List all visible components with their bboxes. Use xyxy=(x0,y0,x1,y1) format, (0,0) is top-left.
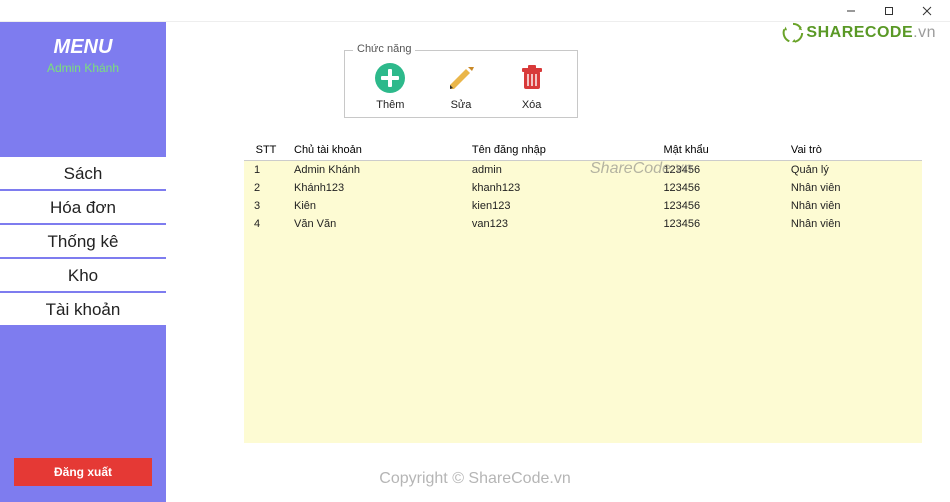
cell-owner: Admin Khánh xyxy=(288,161,466,180)
col-owner[interactable]: Chủ tài khoản xyxy=(288,140,466,161)
sidebar: MENU Admin Khánh Sách Hóa đơn Thống kê K… xyxy=(0,22,166,502)
cell-owner: Văn Văn xyxy=(288,215,466,233)
sidebar-item-accounts[interactable]: Tài khoản xyxy=(0,291,166,325)
accounts-table[interactable]: STT Chủ tài khoản Tên đăng nhập Mật khẩu… xyxy=(244,140,922,484)
cell-role: Nhân viên xyxy=(785,197,922,215)
cell-stt: 3 xyxy=(244,197,288,215)
table-row[interactable]: 1 Admin Khánh admin 123456 Quản lý xyxy=(244,161,922,180)
cell-login: van123 xyxy=(466,215,658,233)
col-role[interactable]: Vai trò xyxy=(785,140,922,161)
sidebar-item-label: Thống kê xyxy=(48,232,119,251)
logout-button[interactable]: Đăng xuất xyxy=(14,458,152,486)
cell-stt: 4 xyxy=(244,215,288,233)
col-login[interactable]: Tên đăng nhập xyxy=(466,140,658,161)
table-row[interactable]: 4 Văn Văn van123 123456 Nhân viên xyxy=(244,215,922,233)
cell-role: Quản lý xyxy=(785,161,922,180)
cell-role: Nhân viên xyxy=(785,179,922,197)
sidebar-item-label: Kho xyxy=(68,266,98,285)
cell-password: 123456 xyxy=(657,215,784,233)
cell-password: 123456 xyxy=(657,179,784,197)
delete-button[interactable]: Xóa xyxy=(499,61,565,111)
cell-password: 123456 xyxy=(657,197,784,215)
cell-login: khanh123 xyxy=(466,179,658,197)
cell-role: Nhân viên xyxy=(785,215,922,233)
sidebar-item-invoices[interactable]: Hóa đơn xyxy=(0,189,166,223)
window-titlebar xyxy=(0,0,950,22)
table-row[interactable]: 2 Khánh123 khanh123 123456 Nhân viên xyxy=(244,179,922,197)
toolbar-groupbox: Chức năng Thêm Sửa xyxy=(344,50,578,118)
toolbar-legend: Chức năng xyxy=(353,43,415,55)
cell-password: 123456 xyxy=(657,161,784,180)
close-button[interactable] xyxy=(908,1,946,21)
sidebar-item-label: Hóa đơn xyxy=(50,198,116,217)
sidebar-user: Admin Khánh xyxy=(0,61,166,75)
cell-stt: 2 xyxy=(244,179,288,197)
cell-stt: 1 xyxy=(244,161,288,180)
sidebar-item-books[interactable]: Sách xyxy=(0,155,166,189)
cell-owner: Kiên xyxy=(288,197,466,215)
maximize-button[interactable] xyxy=(870,1,908,21)
pencil-icon xyxy=(444,61,478,95)
sidebar-item-stats[interactable]: Thống kê xyxy=(0,223,166,257)
table-header-row: STT Chủ tài khoản Tên đăng nhập Mật khẩu… xyxy=(244,140,922,161)
col-password[interactable]: Mật khẩu xyxy=(657,140,784,161)
col-stt[interactable]: STT xyxy=(244,140,288,161)
edit-button[interactable]: Sửa xyxy=(428,61,494,111)
minimize-button[interactable] xyxy=(832,1,870,21)
sidebar-item-label: Sách xyxy=(64,164,103,183)
sidebar-title: MENU xyxy=(0,36,166,59)
table-row[interactable]: 3 Kiên kien123 123456 Nhân viên xyxy=(244,197,922,215)
main-pane: Chức năng Thêm Sửa xyxy=(166,22,950,502)
edit-label: Sửa xyxy=(451,99,472,111)
add-label: Thêm xyxy=(376,99,404,111)
sidebar-item-label: Tài khoản xyxy=(46,300,121,319)
cell-owner: Khánh123 xyxy=(288,179,466,197)
cell-login: kien123 xyxy=(466,197,658,215)
logout-label: Đăng xuất xyxy=(54,465,112,479)
sidebar-item-warehouse[interactable]: Kho xyxy=(0,257,166,291)
table-empty-area xyxy=(244,233,922,443)
plus-icon xyxy=(373,61,407,95)
delete-label: Xóa xyxy=(522,99,542,111)
cell-login: admin xyxy=(466,161,658,180)
trash-icon xyxy=(515,61,549,95)
add-button[interactable]: Thêm xyxy=(357,61,423,111)
